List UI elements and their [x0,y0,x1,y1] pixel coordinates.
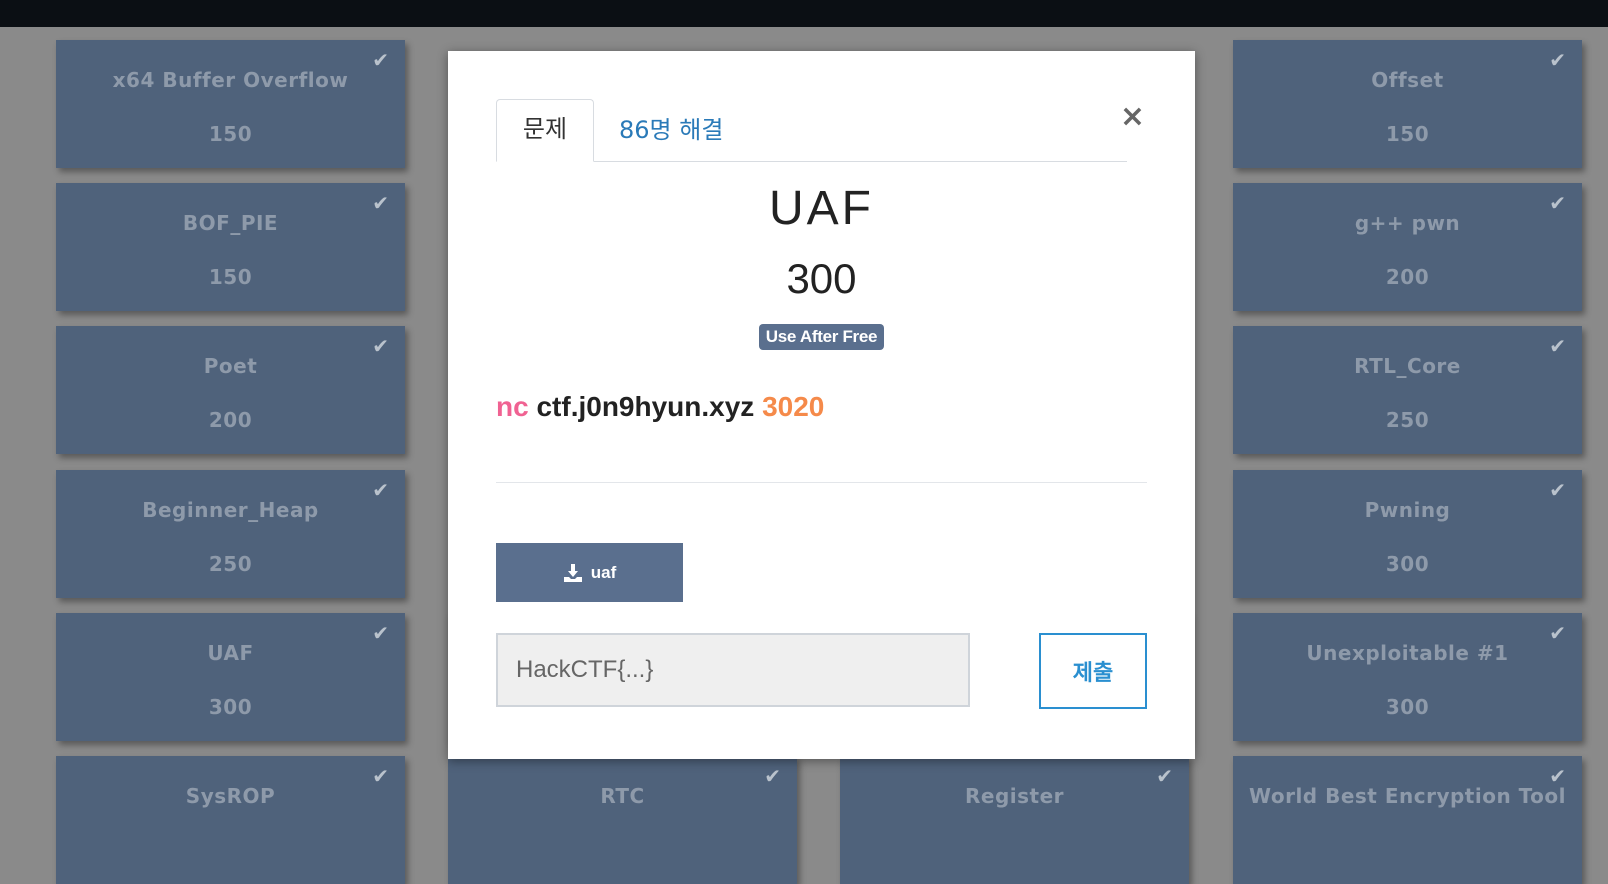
flag-input[interactable] [496,633,970,707]
category-tag: Use After Free [758,324,885,350]
modal-tabs: 문제 86명 해결 [496,99,1127,162]
port-number: 3020 [762,391,825,422]
challenge-title: UAF [769,182,874,235]
download-icon [563,563,582,582]
challenge-value: 300 [786,255,857,302]
download-label: uaf [590,562,617,582]
submit-button[interactable]: 제출 [1039,633,1147,709]
close-icon[interactable]: × [1120,99,1145,134]
download-button[interactable]: uaf [496,543,683,602]
nc-keyword: nc [496,391,529,422]
challenge-modal: 문제 86명 해결 × UAF 300 Use After Free nc ct… [448,51,1195,759]
divider [496,482,1147,483]
host-address: ctf.j0n9hyun.xyz [536,391,755,422]
tab-solves[interactable]: 86명 해결 [619,99,723,160]
challenge-description: nc ctf.j0n9hyun.xyz 3020 [496,391,824,423]
modal-backdrop[interactable]: 문제 86명 해결 × UAF 300 Use After Free nc ct… [0,27,1608,824]
tab-problem[interactable]: 문제 [496,99,594,162]
